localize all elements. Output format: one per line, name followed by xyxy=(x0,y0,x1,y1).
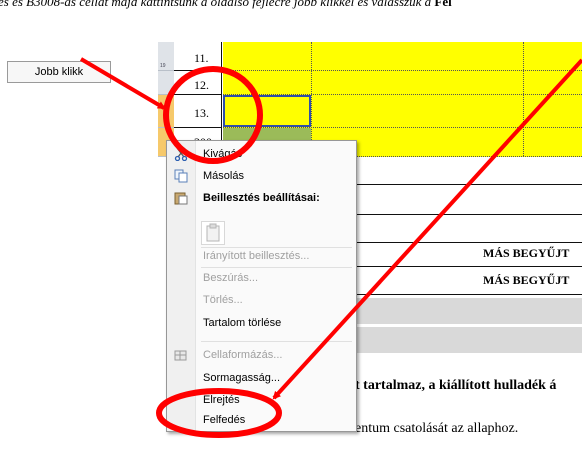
row-divider xyxy=(355,184,582,185)
row-divider xyxy=(355,242,582,243)
row-divider xyxy=(355,294,582,295)
scissors-icon xyxy=(174,147,188,161)
menu-item-format-cells[interactable]: Cellaformázás... xyxy=(203,349,282,361)
column-divider xyxy=(311,42,312,156)
highlighted-row[interactable] xyxy=(223,42,582,71)
callout-label: Jobb klikk xyxy=(7,61,111,83)
sheet-label: MÁS BEGYŰJT xyxy=(483,273,570,287)
gray-row xyxy=(355,298,582,324)
menu-item-unhide[interactable]: Felfedés xyxy=(203,414,245,426)
paste-option-button[interactable] xyxy=(201,221,225,245)
highlighted-row[interactable] xyxy=(223,71,582,95)
copy-icon xyxy=(174,169,188,183)
menu-item-delete[interactable]: Törlés... xyxy=(203,294,243,306)
column-divider xyxy=(523,42,524,156)
menu-item-copy[interactable]: Másolás xyxy=(203,170,244,182)
row-header-selected[interactable] xyxy=(158,95,175,128)
format-cells-icon xyxy=(174,350,187,361)
menu-heading-paste-options: Beillesztés beállításai: xyxy=(203,192,320,204)
menu-item-cut[interactable]: Kivágás xyxy=(203,148,242,160)
menu-item-row-height[interactable]: Sormagasság... xyxy=(203,372,280,384)
menu-item-paste-special[interactable]: Irányított beillesztés... xyxy=(203,250,309,262)
context-menu: Kivágás Másolás Beillesztés beállításai:… xyxy=(166,140,357,432)
row-divider xyxy=(355,266,582,267)
sheet-label: MÁS BEGYŰJT xyxy=(483,246,570,260)
sheet-bold-line: t tartalmaz, a kiállított hulladék á xyxy=(355,378,557,393)
row-header[interactable] xyxy=(158,71,175,95)
table-cell[interactable]: 12. xyxy=(174,71,222,95)
sheet-body-line: entum csatolását az allaphoz. xyxy=(355,421,519,436)
instruction-text: és és B3008-as cellát majd kattintsunk a… xyxy=(0,0,452,9)
paste-icon xyxy=(174,192,188,205)
menu-separator xyxy=(201,267,352,268)
menu-separator xyxy=(201,247,352,248)
menu-separator xyxy=(201,341,352,342)
menu-icon-gutter xyxy=(167,141,196,431)
menu-item-hide[interactable]: Elrejtés xyxy=(203,394,240,406)
row-header[interactable]: 19 xyxy=(158,42,175,71)
table-cell[interactable]: 13. xyxy=(174,95,222,128)
menu-item-clear-contents[interactable]: Tartalom törlése xyxy=(203,317,281,329)
paste-clipboard-icon xyxy=(206,223,220,242)
selected-cell[interactable] xyxy=(223,95,311,127)
table-cell[interactable]: 11. xyxy=(174,42,222,71)
row-divider xyxy=(355,214,582,215)
gray-row xyxy=(355,327,582,353)
menu-item-insert[interactable]: Beszúrás... xyxy=(203,272,258,284)
